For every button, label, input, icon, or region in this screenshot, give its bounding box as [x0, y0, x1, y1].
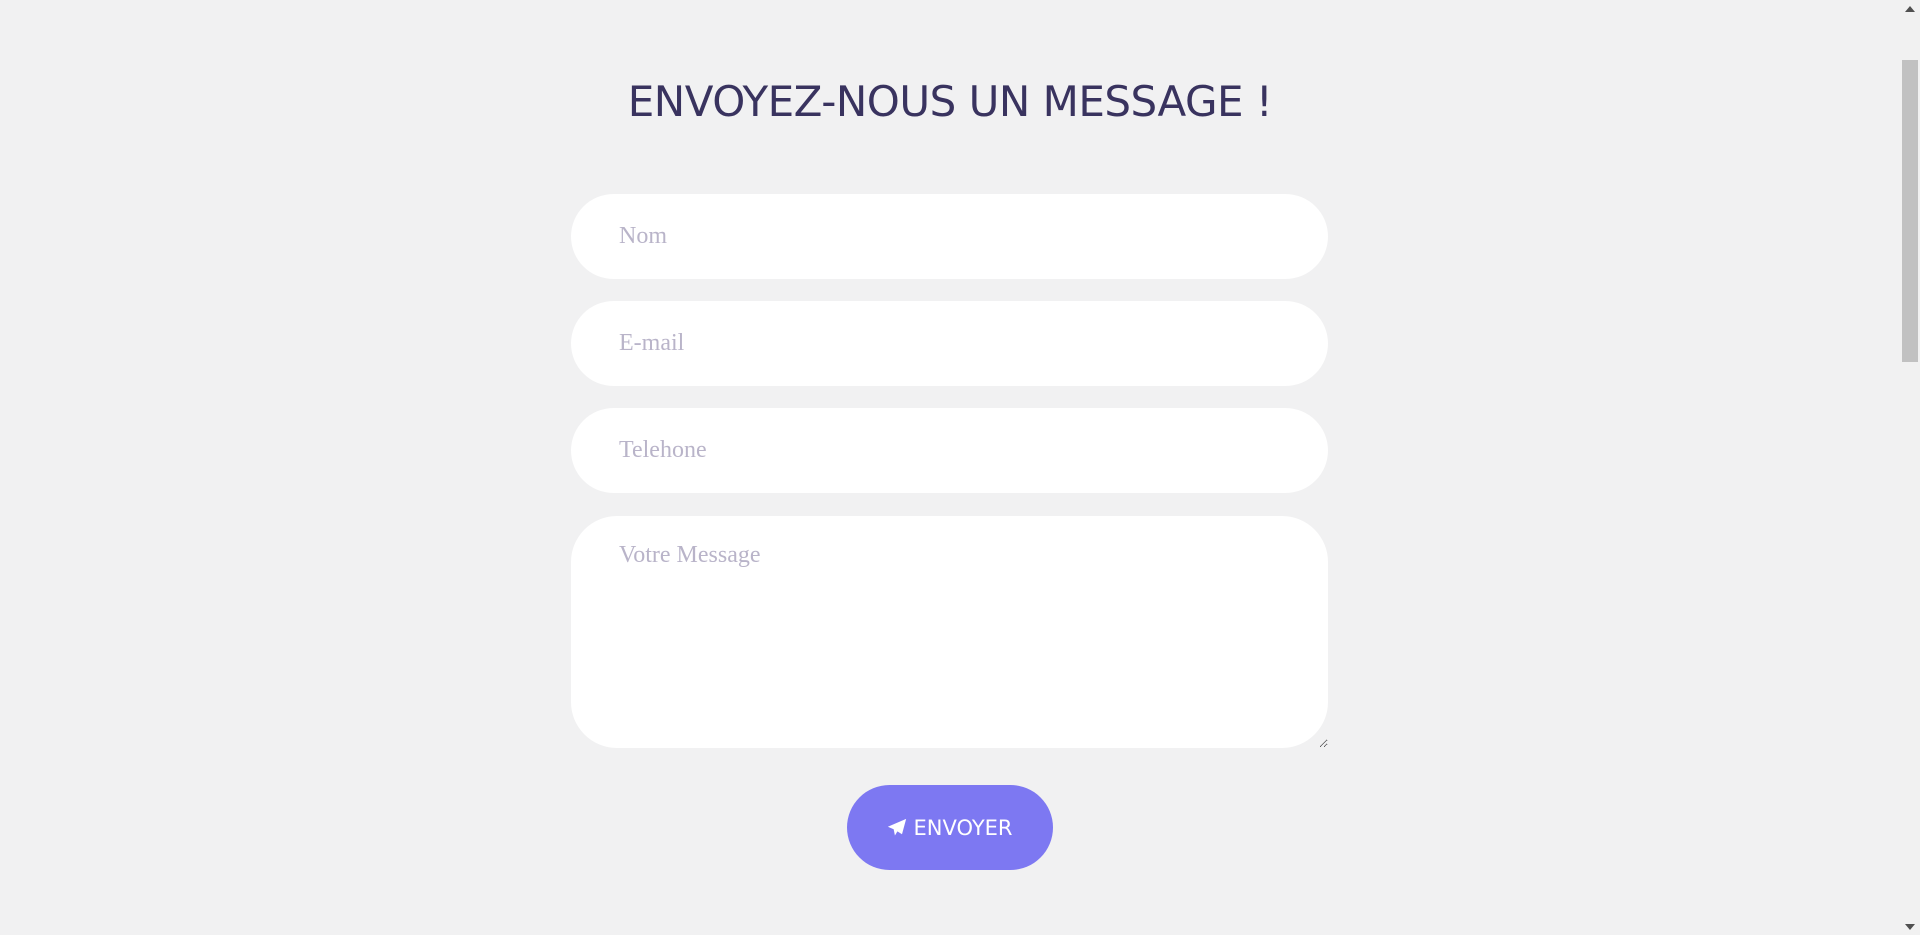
phone-input[interactable]: [571, 408, 1328, 493]
send-button[interactable]: ENVOYER: [847, 785, 1053, 870]
scrollbar-thumb[interactable]: [1902, 60, 1918, 362]
name-input[interactable]: [571, 194, 1328, 279]
page-title: ENVOYEZ-NOUS UN MESSAGE !: [627, 77, 1273, 126]
message-textarea[interactable]: [571, 516, 1328, 748]
paper-plane-icon: [887, 818, 907, 838]
scroll-down-arrow-icon[interactable]: [1900, 918, 1920, 935]
vertical-scrollbar[interactable]: [1900, 0, 1920, 935]
email-input[interactable]: [571, 301, 1328, 386]
contact-page: ENVOYEZ-NOUS UN MESSAGE ! ENVOYER: [0, 0, 1900, 935]
send-button-label: ENVOYER: [913, 815, 1013, 840]
scroll-up-arrow-icon[interactable]: [1900, 0, 1920, 17]
